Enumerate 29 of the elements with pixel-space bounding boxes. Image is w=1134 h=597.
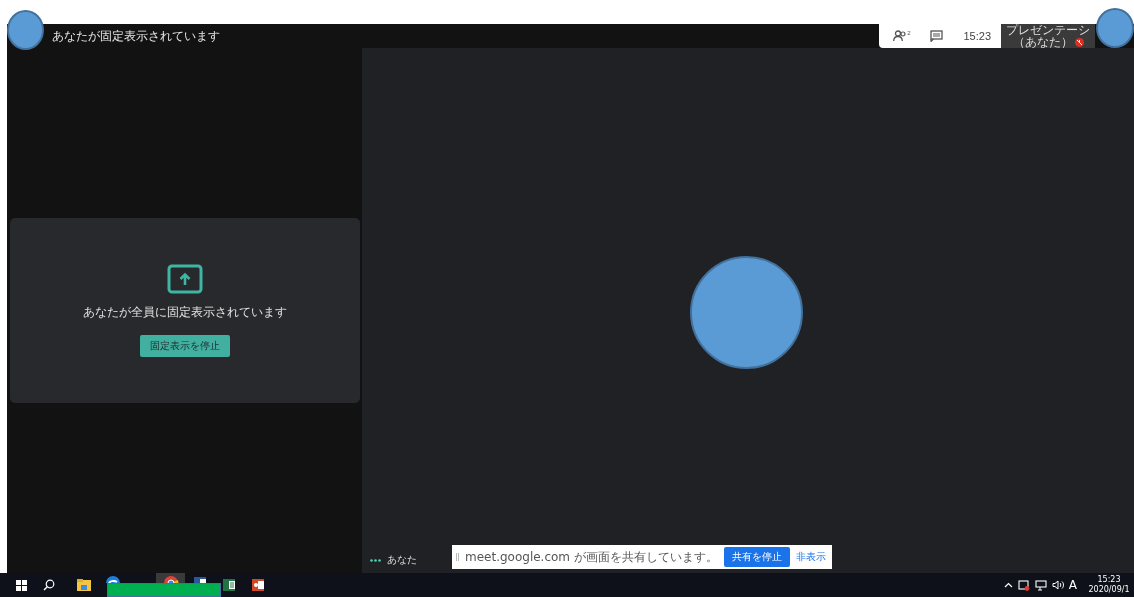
- clock-text: 15:23: [963, 30, 991, 42]
- share-message: meet.google.com が画面を共有しています。: [465, 548, 718, 566]
- presentation-tile[interactable]: プレゼンテーシ （あなた）: [1001, 24, 1095, 48]
- ime-indicator[interactable]: A: [1068, 578, 1077, 592]
- taskbar-date: 2020/09/1: [1088, 585, 1130, 595]
- pinned-message: あなたが全員に固定表示されています: [83, 304, 287, 321]
- windows-start-icon[interactable]: [16, 579, 27, 591]
- spreadsheet-icon[interactable]: [220, 577, 237, 593]
- folder-icon[interactable]: [75, 577, 92, 593]
- pinned-status-text: あなたが固定表示されています: [52, 27, 221, 45]
- redaction-circle: [1096, 8, 1134, 48]
- chevron-up-icon[interactable]: [1003, 582, 1013, 588]
- search-icon[interactable]: [43, 579, 55, 591]
- speaker-icon[interactable]: [1051, 580, 1064, 590]
- present-icon: [167, 264, 203, 294]
- notification-icon[interactable]: [1017, 579, 1030, 591]
- stop-sharing-button[interactable]: 共有を停止: [723, 547, 790, 567]
- more-icon[interactable]: [370, 558, 381, 562]
- tile-label: （あなた）: [1012, 36, 1073, 48]
- stop-pinning-button[interactable]: 固定表示を停止: [140, 335, 230, 357]
- chat-icon[interactable]: [930, 30, 944, 42]
- slides-icon[interactable]: [249, 577, 266, 593]
- taskbar-time: 15:23: [1097, 575, 1121, 585]
- redaction-circle: [7, 10, 44, 50]
- hide-link[interactable]: 非表示: [795, 550, 826, 564]
- participant-name: あなた: [387, 553, 417, 567]
- grip-icon: [456, 553, 459, 561]
- tile-label: プレゼンテーシ: [1006, 24, 1090, 36]
- network-icon[interactable]: [1034, 579, 1047, 591]
